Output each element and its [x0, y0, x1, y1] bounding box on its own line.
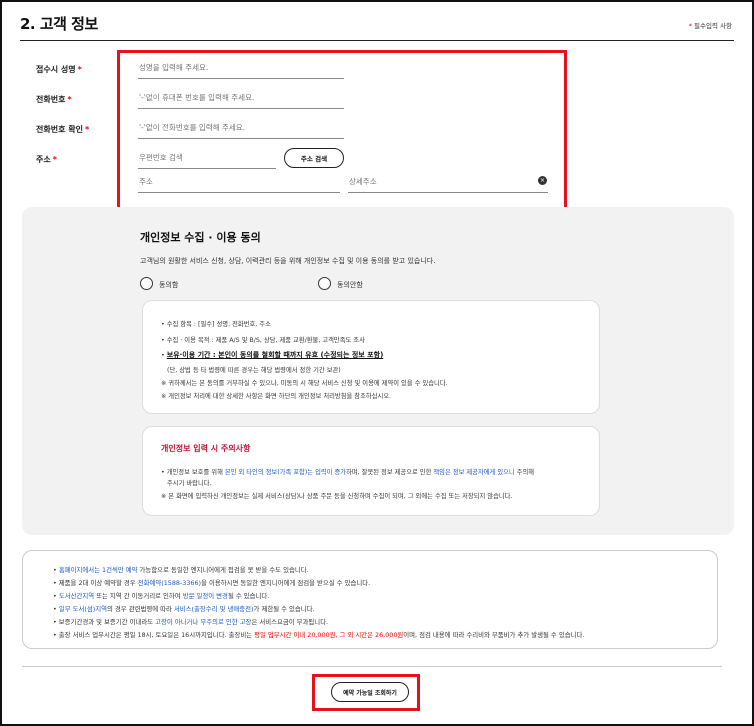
required-star: *	[84, 125, 90, 134]
notice-line: • 제품을 2대 이상 예약할 경우 전화예약(1588-3366)을 이용하시…	[53, 578, 370, 587]
form-highlight-box	[117, 50, 567, 215]
warning-title: 개인정보 입력 시 주의사항	[161, 444, 251, 453]
warning-text: 하며, 잘못된 정보 제공으로 인한	[346, 469, 434, 476]
notice-highlight: 일부 도서(섬)지역	[58, 605, 107, 613]
agree-radio[interactable]	[140, 277, 153, 290]
notice-line: • 보증기간경과 및 보증기간 이내라도 고장이 아니거나 부주의로 인한 고장…	[53, 617, 328, 626]
required-star: *	[67, 95, 72, 104]
warning-line: • 개인정보 보호를 위해 본인 외 타인의 정보(가족 포함)는 입력이 증가…	[161, 467, 534, 476]
warning-highlight: 본인 외 타인의 정보(가족 포함)는 입력이 증가	[224, 469, 347, 476]
bottom-divider	[22, 666, 722, 667]
consent-terms-card: • 수집 항목 : [필수] 성명, 전화번호, 주소 • 수집 · 이용 목적…	[142, 300, 600, 414]
title-divider	[20, 40, 734, 41]
notice-text: • 출장 서비스 업무시간은 평일 18시, 토요일은 16시까지입니다. 출장…	[53, 631, 255, 639]
consent-item: ※ 귀하께서는 본 동의를 거부하실 수 있으나, 미동의 시 해당 서비스 신…	[161, 380, 448, 387]
phone-confirm-label-text: 전화번호 확인	[36, 125, 83, 134]
name-label: 접수시 성명 *	[36, 64, 82, 75]
notice-highlight: 홈페이지에서는 1건씩만 예약	[58, 566, 138, 574]
disagree-label[interactable]: 동의안함	[337, 280, 363, 290]
notice-highlight: 서비스(출장수리 및 냉매충전)	[173, 605, 254, 613]
retention-text: 보유·이용 기간 : 본인이 동의를 철회할 때까지 유효 (수정되는 정보 포…	[166, 351, 384, 359]
notice-text: 가능함으로 동일한 엔지니어에게 접검을 못 받을 수도 있습니다.	[137, 566, 309, 574]
consent-item: ※ 개인정보 처리에 대한 상세한 사항은 화면 하단의 개인정보 처리방침을 …	[161, 393, 392, 400]
phone-label: 전화번호 *	[36, 94, 72, 105]
notice-highlight: 도서산간지역	[58, 592, 95, 600]
button-highlight-box	[312, 674, 420, 711]
notice-line: • 홈페이지에서는 1건씩만 예약 가능함으로 동일한 엔지니어에게 접검을 못…	[53, 565, 309, 574]
disagree-radio[interactable]	[318, 277, 331, 290]
notice-text: • 제품을 2대 이상 예약할 경우	[53, 579, 138, 587]
service-notice: • 홈페이지에서는 1건씩만 예약 가능함으로 동일한 엔지니어에게 접검을 못…	[22, 550, 718, 649]
notice-highlight: 방문 일정이 변경	[182, 592, 228, 600]
required-note: * 필수입력 사항	[689, 20, 732, 30]
notice-highlight: 전화예약(1588-3366)	[137, 579, 202, 587]
notice-text: 은 서비스요금이 부과됩니다.	[251, 618, 329, 626]
warning-highlight: 책임은 정보 제공자에게 있으니	[433, 469, 515, 476]
consent-title: 개인정보 수집 · 이용 동의	[140, 231, 261, 244]
notice-highlight: 평일 업무시간 이내 20,000원, 그 외 시간은 26,000원	[254, 631, 404, 639]
required-star: *	[688, 22, 692, 30]
agree-label[interactable]: 동의함	[159, 280, 178, 290]
warning-line: 주시기 바랍니다.	[167, 480, 212, 487]
address-label-text: 주소	[36, 155, 51, 164]
consent-item: • 수집 · 이용 목적 : 제품 A/S 및 B/S, 상담, 제품 교환/환…	[161, 337, 365, 344]
notice-text: 또는 지역 간 이동거리로 인하여	[94, 592, 183, 600]
notice-line: • 출장 서비스 업무시간은 평일 18시, 토요일은 16시까지입니다. 출장…	[53, 630, 584, 639]
address-label: 주소 *	[36, 154, 57, 165]
name-label-text: 접수시 성명	[36, 65, 76, 74]
consent-item: (단, 상법 등 타 법령에 따른 경우는 해당 법령에서 정한 기간 보관)	[167, 367, 341, 374]
warning-text: 주의해	[514, 469, 535, 476]
warning-text: • 개인정보 보호를 위해	[161, 469, 225, 476]
notice-line: • 도서산간지역 또는 지역 간 이동거리로 인하여 방문 일정이 변경될 수 …	[53, 591, 269, 600]
consent-item-retention: • 보유·이용 기간 : 본인이 동의를 철회할 때까지 유효 (수정되는 정보…	[161, 350, 383, 360]
notice-text: 이며, 점검 내용에 따라 수리비와 부품비가 추가 발생될 수 있습니다.	[403, 631, 585, 639]
phone-label-text: 전화번호	[36, 95, 66, 104]
notice-text: 을 이용하시면 동일한 엔지니어에게 점검을 받으실 수 있습니다.	[201, 579, 371, 587]
phone-confirm-label: 전화번호 확인 *	[36, 124, 89, 135]
required-star: *	[77, 65, 82, 74]
section-title: 2. 고객 정보	[20, 15, 98, 33]
notice-line: • 일부 도서(섬)지역의 경우 관련법령에 따라 서비스(출장수리 및 냉매충…	[53, 604, 315, 613]
notice-text: 될 수 있습니다.	[227, 592, 270, 600]
required-star: *	[52, 155, 57, 164]
notice-text: 의 경우 관련법령에 따라	[107, 605, 174, 613]
notice-text: 가 제한될 수 있습니다.	[253, 605, 315, 613]
required-note-text: 필수입력 사항	[694, 22, 732, 30]
notice-highlight: 고장이 아니거나 부주의로 인한 고장	[155, 618, 252, 626]
consent-item: • 수집 항목 : [필수] 성명, 전화번호, 주소	[161, 321, 271, 328]
consent-description: 고객님의 원활한 서비스 신청, 상담, 이력관리 등을 위해 개인정보 수집 …	[140, 257, 436, 265]
warning-card: 개인정보 입력 시 주의사항 • 개인정보 보호를 위해 본인 외 타인의 정보…	[142, 426, 600, 516]
warning-line: ※ 본 화면에 입력하신 개인정보는 실제 서비스(상담)나 상품 주문 등을 …	[161, 493, 513, 500]
notice-text: • 보증기간경과 및 보증기간 이내라도	[53, 618, 156, 626]
